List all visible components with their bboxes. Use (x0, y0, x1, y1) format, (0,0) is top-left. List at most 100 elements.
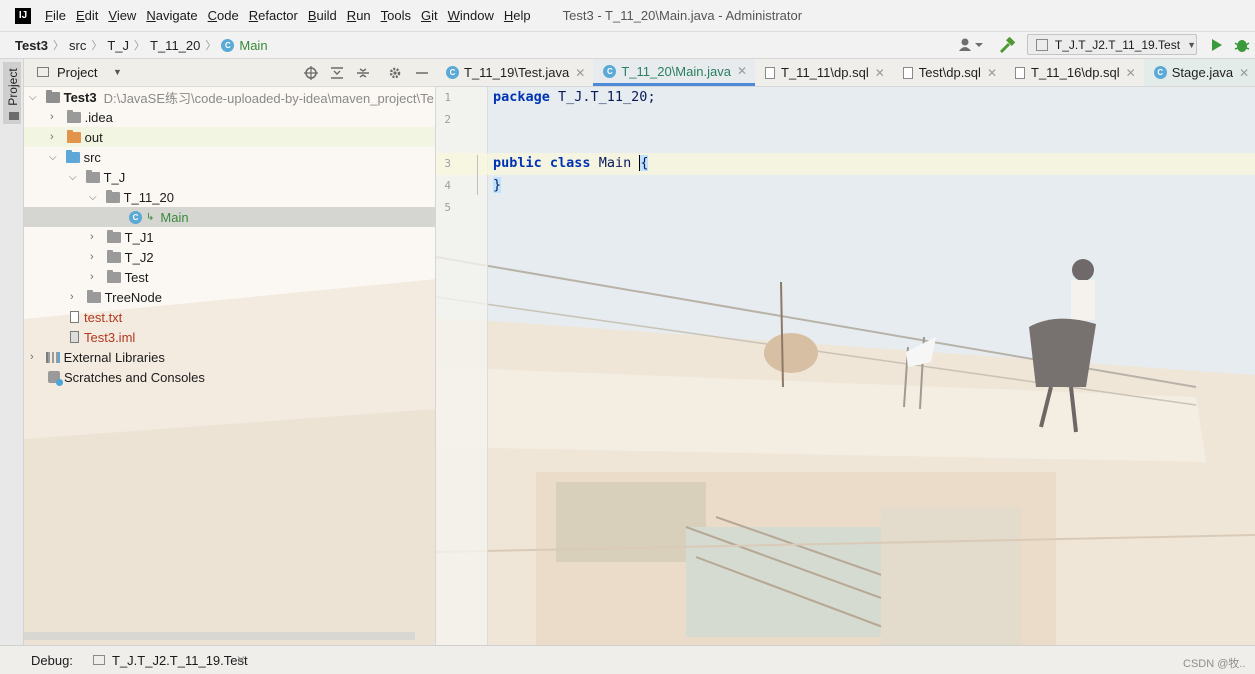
tree-item-label: Scratches and Consoles (64, 369, 205, 385)
tree-item-label: T_J2 (124, 249, 154, 265)
menu-refactor[interactable]: Refactor (249, 8, 298, 23)
package-icon (85, 169, 100, 183)
tree-item-test3-iml[interactable]: Test3.iml (24, 327, 435, 347)
debug-label: Debug: (31, 653, 73, 668)
tree-item-idea[interactable]: › .idea (24, 107, 435, 127)
menu-window[interactable]: Window (448, 8, 494, 23)
close-icon[interactable]: ✕ (987, 66, 997, 80)
debug-session-tab[interactable]: T_J.T_J2.T_11_19.Test (112, 653, 248, 668)
editor-tab-label: T_11_16\dp.sql (1031, 65, 1120, 80)
folder-icon (66, 109, 81, 123)
close-icon[interactable]: ✕ (236, 653, 246, 667)
close-icon[interactable]: ✕ (1126, 66, 1136, 80)
breadcrumb-package-t11-20[interactable]: T_11_20 (150, 38, 200, 53)
chevron-right-icon[interactable]: › (30, 351, 34, 363)
locate-file-icon[interactable] (304, 66, 318, 80)
breadcrumb-package-tj[interactable]: T_J (107, 38, 129, 53)
chevron-down-icon[interactable]: ▼ (113, 67, 122, 77)
tree-item-tj2[interactable]: › T_J2 (24, 247, 435, 267)
keyword: class (549, 155, 591, 171)
gear-icon[interactable] (388, 66, 402, 80)
tree-item-test3[interactable]: ⌵ Test3 D:\JavaSE练习\code-uploaded-by-ide… (24, 87, 435, 107)
chevron-right-icon[interactable]: › (50, 111, 54, 123)
debug-icon[interactable] (1234, 37, 1250, 53)
sql-file-icon (1015, 66, 1025, 79)
chevron-right-icon[interactable]: › (50, 131, 54, 143)
user-icon[interactable] (957, 37, 985, 53)
chevron-right-icon[interactable]: › (90, 231, 94, 243)
fold-guide (477, 155, 478, 195)
tree-item-src[interactable]: ⌵ src (24, 147, 435, 167)
tree-item-label: External Libraries (63, 349, 165, 365)
tree-item-label: TreeNode (104, 289, 162, 305)
tree-item-external-libraries[interactable]: › External Libraries (24, 347, 435, 367)
chevron-down-icon[interactable]: ⌵ (69, 172, 77, 183)
tree-item-test[interactable]: › Test (24, 267, 435, 287)
code-line-3[interactable]: public class Main { (493, 155, 649, 171)
menu-help[interactable]: Help (504, 8, 531, 23)
chevron-down-icon[interactable]: ⌵ (49, 152, 57, 163)
tree-item-label: test.txt (84, 309, 123, 325)
tree-item-test-txt[interactable]: test.txt (24, 307, 435, 327)
menu-tools[interactable]: Tools (381, 8, 411, 23)
breadcrumb-project[interactable]: Test3 (15, 38, 48, 53)
keyword: package (493, 89, 550, 105)
editor-tab-main-java[interactable]: C T_11_20\Main.java ✕ (593, 59, 756, 86)
editor-tab-dp-sql-t11-11[interactable]: T_11_11\dp.sql ✕ (755, 59, 893, 86)
editor-tab-stage-java[interactable]: C Stage.java ✕ (1143, 59, 1255, 86)
tree-item-out[interactable]: › out (24, 127, 435, 147)
project-folder-icon (9, 112, 19, 120)
tree-item-treenode[interactable]: › TreeNode (24, 287, 435, 307)
sql-file-icon (765, 66, 776, 79)
tree-item-main[interactable]: C ↳ Main (24, 207, 435, 227)
editor-tab-label: Test\dp.sql (918, 65, 981, 80)
package-icon (105, 189, 120, 203)
code-line-4[interactable]: } (493, 177, 502, 193)
tree-item-label: src (83, 149, 101, 165)
menu-git[interactable]: Git (421, 8, 438, 23)
build-hammer-icon[interactable] (999, 37, 1017, 54)
code-line-1[interactable]: package T_J.T_11_20; (493, 89, 656, 105)
close-icon[interactable]: ✕ (875, 66, 885, 80)
project-view-title[interactable]: Project (57, 65, 97, 80)
editor-tab-test-java-t11-19[interactable]: C T_11_19\Test.java ✕ (436, 59, 593, 86)
chevron-right-icon[interactable]: › (90, 271, 94, 283)
tree-item-tj[interactable]: ⌵ T_J (24, 167, 435, 187)
minimize-icon[interactable] (415, 66, 429, 80)
chevron-right-icon[interactable]: › (90, 251, 94, 263)
project-tool-tab-label[interactable]: Project (6, 62, 20, 112)
chevron-down-icon: ▼ (1187, 39, 1196, 50)
chevron-right-icon[interactable]: › (70, 291, 74, 303)
menu-run[interactable]: Run (347, 8, 371, 23)
sql-file-icon (902, 66, 913, 79)
menu-view[interactable]: View (108, 8, 136, 23)
tree-item-t11-20[interactable]: ⌵ T_11_20 (24, 187, 435, 207)
run-configuration-dropdown[interactable]: T_J.T_J2.T_11_19.Test ▼ (1027, 34, 1197, 55)
chevron-down-icon[interactable]: ⌵ (29, 92, 37, 103)
line-number: 1 (444, 91, 451, 104)
close-icon[interactable]: ✕ (737, 64, 747, 78)
horizontal-scrollbar[interactable] (24, 632, 415, 640)
breadcrumb-separator-icon: 〉 (134, 40, 146, 52)
tree-item-tj1[interactable]: › T_J1 (24, 227, 435, 247)
editor-tab-dp-sql-test[interactable]: Test\dp.sql ✕ (893, 59, 1005, 86)
menu-build[interactable]: Build (308, 8, 337, 23)
editor-tab-dp-sql-t11-16[interactable]: T_11_16\dp.sql ✕ (1005, 59, 1144, 86)
close-icon[interactable]: ✕ (575, 66, 585, 80)
tree-item-label: .idea (84, 109, 113, 125)
menu-navigate[interactable]: Navigate (146, 8, 197, 23)
package-icon (106, 249, 121, 263)
tree-item-scratches[interactable]: Scratches and Consoles (24, 367, 435, 387)
chevron-down-icon[interactable]: ⌵ (89, 192, 97, 203)
breadcrumb-class-main[interactable]: Main (239, 38, 267, 53)
collapse-all-icon[interactable] (356, 66, 370, 80)
close-icon[interactable]: ✕ (1239, 66, 1249, 80)
class-icon: C (603, 64, 617, 78)
expand-all-icon[interactable] (330, 66, 344, 80)
text-file-icon (70, 311, 79, 323)
breadcrumb-src[interactable]: src (69, 38, 86, 53)
menu-edit[interactable]: Edit (76, 8, 98, 23)
menu-file[interactable]: File (45, 8, 66, 23)
run-icon[interactable] (1210, 38, 1224, 52)
menu-code[interactable]: Code (208, 8, 239, 23)
